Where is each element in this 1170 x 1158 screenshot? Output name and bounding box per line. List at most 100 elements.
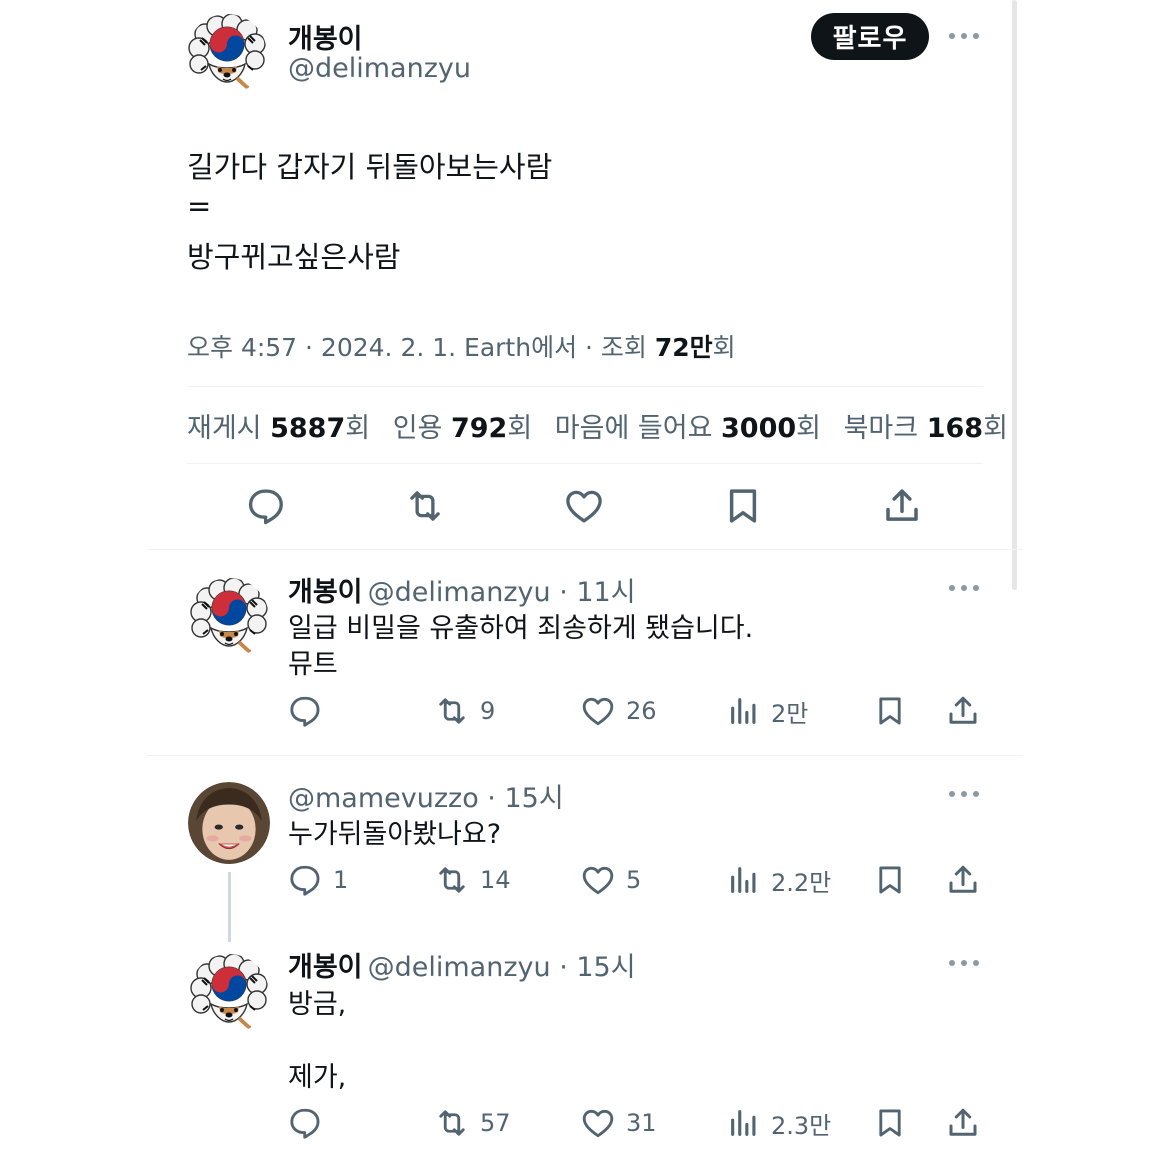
- views-chart-icon: [727, 693, 761, 729]
- separator-dot: ·: [550, 952, 577, 983]
- views-button[interactable]: 2.2만: [727, 862, 831, 898]
- repost-icon: [434, 862, 470, 898]
- repost-button[interactable]: 14: [434, 862, 511, 898]
- more-icon[interactable]: [949, 789, 979, 799]
- like-button[interactable]: 5: [580, 862, 641, 898]
- views-chart-icon: [727, 1105, 761, 1141]
- bookmark-button[interactable]: [873, 1105, 907, 1141]
- reply-text-line-1: 누가뒤돌아봤나요?: [288, 819, 502, 850]
- share-button[interactable]: [945, 693, 981, 729]
- repost-button[interactable]: [404, 485, 446, 527]
- like-button[interactable]: 26: [580, 693, 657, 729]
- dog-avatar-icon: [189, 578, 269, 658]
- reply-button[interactable]: [287, 1105, 333, 1141]
- reply-icon: [287, 862, 323, 898]
- repost-stat[interactable]: 재게시 5887회: [187, 413, 370, 444]
- main-author-name[interactable]: 개봉이: [288, 17, 363, 56]
- reply-time[interactable]: 15시: [504, 783, 563, 814]
- separator-dot: ·: [478, 783, 505, 814]
- like-button[interactable]: [563, 485, 605, 527]
- reply-author-avatar[interactable]: [189, 578, 269, 658]
- tweet-meta: 오후 4:57 · 2024. 2. 1. Earth에서 · 조회 72만회: [187, 328, 736, 364]
- views-button[interactable]: 2만: [727, 693, 808, 729]
- tweet-view-suffix: 회: [712, 333, 736, 362]
- reply-icon: [245, 485, 287, 527]
- heart-icon: [580, 862, 616, 898]
- reply-author-avatar[interactable]: [188, 782, 270, 864]
- heart-icon: [563, 485, 605, 527]
- bookmark-button[interactable]: [873, 862, 907, 898]
- share-button[interactable]: [945, 862, 981, 898]
- reply-author-name[interactable]: 개봉이: [288, 577, 363, 608]
- tweet-text-line-2: =: [187, 189, 212, 223]
- bookmark-button[interactable]: [722, 485, 764, 527]
- like-count: 31: [626, 1109, 657, 1137]
- share-icon: [945, 693, 981, 729]
- repost-button[interactable]: 57: [434, 1105, 511, 1141]
- reply-header: 개봉이 @delimanzyu · 15시: [288, 945, 636, 984]
- like-count: 5: [626, 866, 642, 894]
- scrollbar[interactable]: [1012, 0, 1017, 590]
- reply-author-handle[interactable]: @delimanzyu: [368, 577, 551, 608]
- view-count: 2만: [771, 699, 809, 728]
- like-stat[interactable]: 마음에 들어요 3000회: [555, 413, 821, 444]
- repost-icon: [404, 485, 446, 527]
- reply-author-name[interactable]: 개봉이: [288, 952, 363, 983]
- views-chart-icon: [727, 862, 761, 898]
- bookmark-button[interactable]: [873, 693, 907, 729]
- bookmark-icon: [873, 1105, 907, 1141]
- more-icon[interactable]: [949, 958, 979, 968]
- thread-connector-line: [228, 872, 231, 942]
- divider: [147, 549, 1023, 550]
- share-icon: [945, 1105, 981, 1141]
- reply-time[interactable]: 15시: [576, 952, 635, 983]
- reply-count: 1: [333, 866, 349, 894]
- more-icon[interactable]: [949, 31, 979, 41]
- bookmark-icon: [873, 862, 907, 898]
- reply-text-line-2: 제가,: [288, 1062, 347, 1093]
- reply-button[interactable]: 1: [287, 862, 348, 898]
- share-button[interactable]: [881, 485, 923, 527]
- more-icon[interactable]: [949, 583, 979, 593]
- repost-count: 14: [480, 866, 511, 894]
- reply-button[interactable]: [287, 693, 333, 729]
- tweet-text-line-3: 방구뀌고싶은사람: [187, 240, 401, 274]
- reply-time[interactable]: 11시: [576, 577, 635, 608]
- reply-author-handle[interactable]: @mamevuzzo: [288, 783, 479, 814]
- tweet-view-count: 72만: [654, 333, 713, 362]
- reply-icon: [287, 1105, 323, 1141]
- like-count: 26: [626, 697, 657, 725]
- engagement-stats: 재게시 5887회 인용 792회 마음에 들어요 3000회 북마크 168회: [187, 406, 1022, 445]
- views-button[interactable]: 2.3만: [727, 1105, 831, 1141]
- quote-stat[interactable]: 인용 792회: [393, 413, 532, 444]
- tweet-meta-timestamp[interactable]: 오후 4:57 · 2024. 2. 1. Earth에서 · 조회: [187, 333, 655, 362]
- main-author-avatar[interactable]: [187, 14, 267, 94]
- share-button[interactable]: [945, 1105, 981, 1141]
- bookmark-icon: [722, 485, 764, 527]
- reply-icon: [287, 693, 323, 729]
- like-button[interactable]: 31: [580, 1105, 657, 1141]
- reply-text-line-2: 뮤트: [288, 649, 338, 680]
- reply-author-avatar[interactable]: [189, 954, 269, 1034]
- divider: [187, 463, 983, 464]
- share-icon: [881, 485, 923, 527]
- reply-button[interactable]: [245, 485, 287, 527]
- reply-text-line-1: 일급 비밀을 유출하여 죄송하게 됐습니다.: [288, 613, 754, 644]
- tweet-text-line-1: 길가다 갑자기 뒤돌아보는사람: [187, 150, 553, 184]
- divider: [187, 386, 983, 387]
- face-avatar-icon: [188, 782, 270, 864]
- bookmark-icon: [873, 693, 907, 729]
- reply-header: @mamevuzzo · 15시: [288, 776, 564, 815]
- repost-count: 9: [480, 697, 496, 725]
- share-icon: [945, 862, 981, 898]
- repost-icon: [434, 1105, 470, 1141]
- dog-avatar-icon: [189, 954, 269, 1034]
- heart-icon: [580, 693, 616, 729]
- reply-text-line-1: 방금,: [288, 989, 347, 1020]
- repost-count: 57: [480, 1109, 511, 1137]
- bookmark-stat[interactable]: 북마크 168회: [844, 413, 1008, 444]
- follow-button[interactable]: 팔로우: [811, 13, 929, 60]
- repost-button[interactable]: 9: [434, 693, 495, 729]
- main-author-handle[interactable]: @delimanzyu: [288, 53, 471, 84]
- reply-author-handle[interactable]: @delimanzyu: [368, 952, 551, 983]
